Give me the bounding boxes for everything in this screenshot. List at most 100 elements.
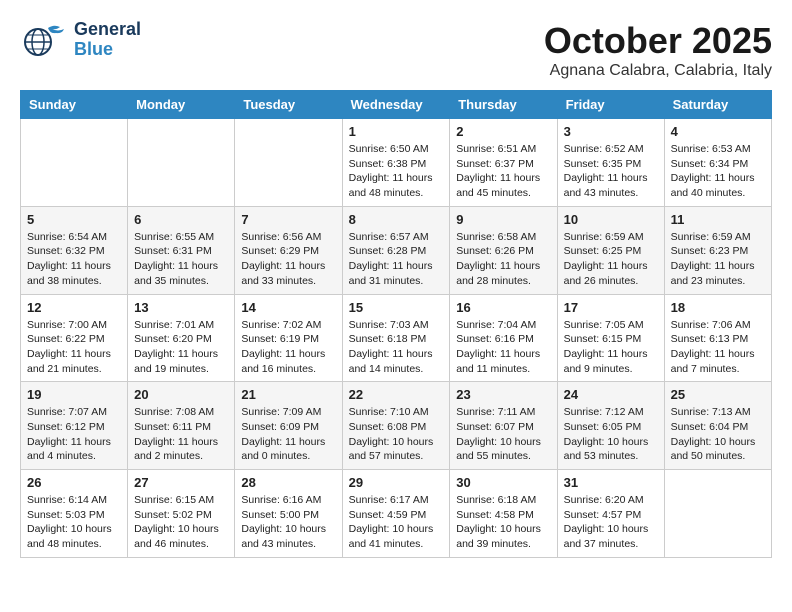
day-info: Sunrise: 6:17 AMSunset: 4:59 PMDaylight:… [349,493,444,552]
day-number: 30 [456,475,550,490]
calendar-cell: 8 Sunrise: 6:57 AMSunset: 6:28 PMDaylight… [342,206,450,294]
day-info: Sunrise: 6:57 AMSunset: 6:28 PMDaylight:… [349,230,444,289]
day-number: 27 [134,475,228,490]
col-wednesday: Wednesday [342,91,450,119]
day-info: Sunrise: 6:55 AMSunset: 6:31 PMDaylight:… [134,230,228,289]
day-info: Sunrise: 6:16 AMSunset: 5:00 PMDaylight:… [241,493,335,552]
day-number: 6 [134,212,228,227]
page-header: General Blue October 2025 Agnana Calabra… [20,20,772,80]
day-number: 25 [671,387,765,402]
calendar-cell: 1 Sunrise: 6:50 AMSunset: 6:38 PMDaylight… [342,119,450,207]
col-thursday: Thursday [450,91,557,119]
calendar-cell: 2 Sunrise: 6:51 AMSunset: 6:37 PMDaylight… [450,119,557,207]
day-number: 22 [349,387,444,402]
calendar-cell: 29 Sunrise: 6:17 AMSunset: 4:59 PMDayligh… [342,470,450,558]
col-friday: Friday [557,91,664,119]
location-title: Agnana Calabra, Calabria, Italy [544,62,772,80]
calendar-cell: 21Sunrise: 7:09 AMSunset: 6:09 PMDayligh… [235,382,342,470]
day-info: Sunrise: 6:56 AMSunset: 6:29 PMDaylight:… [241,230,335,289]
day-number: 16 [456,300,550,315]
col-saturday: Saturday [664,91,771,119]
calendar-cell: 31Sunrise: 6:20 AMSunset: 4:57 PMDayligh… [557,470,664,558]
day-info: Sunrise: 6:59 AMSunset: 6:25 PMDaylight:… [564,230,658,289]
day-info: Sunrise: 7:08 AMSunset: 6:11 PMDaylight:… [134,405,228,464]
calendar-cell: 20 Sunrise: 7:08 AMSunset: 6:11 PMDayligh… [128,382,235,470]
calendar-cell [21,119,128,207]
day-number: 18 [671,300,765,315]
calendar-week-row: 1 Sunrise: 6:50 AMSunset: 6:38 PMDaylight… [21,119,772,207]
calendar-week-row: 12 Sunrise: 7:00 AMSunset: 6:22 PMDayligh… [21,294,772,382]
day-info: Sunrise: 6:52 AMSunset: 6:35 PMDaylight:… [564,142,658,201]
day-info: Sunrise: 7:00 AMSunset: 6:22 PMDaylight:… [27,318,121,377]
day-info: Sunrise: 6:20 AMSunset: 4:57 PMDaylight:… [564,493,658,552]
day-number: 10 [564,212,658,227]
calendar-cell: 14 Sunrise: 7:02 AMSunset: 6:19 PMDayligh… [235,294,342,382]
calendar-cell: 22Sunrise: 7:10 AMSunset: 6:08 PMDayligh… [342,382,450,470]
day-info: Sunrise: 6:59 AMSunset: 6:23 PMDaylight:… [671,230,765,289]
day-info: Sunrise: 7:06 AMSunset: 6:13 PMDaylight:… [671,318,765,377]
day-number: 20 [134,387,228,402]
day-info: Sunrise: 7:05 AMSunset: 6:15 PMDaylight:… [564,318,658,377]
logo: General Blue [20,20,141,60]
day-info: Sunrise: 6:50 AMSunset: 6:38 PMDaylight:… [349,142,444,201]
day-info: Sunrise: 7:01 AMSunset: 6:20 PMDaylight:… [134,318,228,377]
day-info: Sunrise: 6:14 AMSunset: 5:03 PMDaylight:… [27,493,121,552]
calendar-cell: 11 Sunrise: 6:59 AMSunset: 6:23 PMDayligh… [664,206,771,294]
day-number: 13 [134,300,228,315]
day-number: 7 [241,212,335,227]
day-info: Sunrise: 7:03 AMSunset: 6:18 PMDaylight:… [349,318,444,377]
calendar-cell: 15 Sunrise: 7:03 AMSunset: 6:18 PMDayligh… [342,294,450,382]
calendar-week-row: 5Sunrise: 6:54 AMSunset: 6:32 PMDaylight… [21,206,772,294]
day-number: 5 [27,212,121,227]
day-number: 14 [241,300,335,315]
day-info: Sunrise: 7:04 AMSunset: 6:16 PMDaylight:… [456,318,550,377]
calendar-cell [235,119,342,207]
calendar-cell: 27Sunrise: 6:15 AMSunset: 5:02 PMDayligh… [128,470,235,558]
title-block: October 2025 Agnana Calabra, Calabria, I… [544,20,772,80]
day-info: Sunrise: 6:18 AMSunset: 4:58 PMDaylight:… [456,493,550,552]
day-number: 8 [349,212,444,227]
day-number: 1 [349,124,444,139]
calendar-cell: 4Sunrise: 6:53 AMSunset: 6:34 PMDaylight… [664,119,771,207]
calendar-cell: 24 Sunrise: 7:12 AMSunset: 6:05 PMDayligh… [557,382,664,470]
calendar-cell: 7 Sunrise: 6:56 AMSunset: 6:29 PMDaylight… [235,206,342,294]
calendar-table: Sunday Monday Tuesday Wednesday Thursday… [20,90,772,558]
day-number: 19 [27,387,121,402]
calendar-week-row: 26 Sunrise: 6:14 AMSunset: 5:03 PMDayligh… [21,470,772,558]
month-title: October 2025 [544,20,772,62]
calendar-cell: 13 Sunrise: 7:01 AMSunset: 6:20 PMDayligh… [128,294,235,382]
day-number: 11 [671,212,765,227]
calendar-cell: 12 Sunrise: 7:00 AMSunset: 6:22 PMDayligh… [21,294,128,382]
calendar-cell: 9 Sunrise: 6:58 AMSunset: 6:26 PMDaylight… [450,206,557,294]
day-number: 21 [241,387,335,402]
day-number: 24 [564,387,658,402]
calendar-cell: 23Sunrise: 7:11 AMSunset: 6:07 PMDayligh… [450,382,557,470]
logo-blue: Blue [74,40,141,60]
day-info: Sunrise: 7:02 AMSunset: 6:19 PMDaylight:… [241,318,335,377]
day-number: 23 [456,387,550,402]
calendar-cell: 3Sunrise: 6:52 AMSunset: 6:35 PMDaylight… [557,119,664,207]
col-monday: Monday [128,91,235,119]
calendar-cell: 30 Sunrise: 6:18 AMSunset: 4:58 PMDayligh… [450,470,557,558]
day-info: Sunrise: 6:51 AMSunset: 6:37 PMDaylight:… [456,142,550,201]
calendar-cell: 28 Sunrise: 6:16 AMSunset: 5:00 PMDayligh… [235,470,342,558]
col-tuesday: Tuesday [235,91,342,119]
calendar-cell: 6 Sunrise: 6:55 AMSunset: 6:31 PMDaylight… [128,206,235,294]
day-number: 26 [27,475,121,490]
calendar-week-row: 19Sunrise: 7:07 AMSunset: 6:12 PMDayligh… [21,382,772,470]
day-number: 12 [27,300,121,315]
calendar-cell: 16 Sunrise: 7:04 AMSunset: 6:16 PMDayligh… [450,294,557,382]
day-info: Sunrise: 7:12 AMSunset: 6:05 PMDaylight:… [564,405,658,464]
day-number: 15 [349,300,444,315]
col-sunday: Sunday [21,91,128,119]
day-info: Sunrise: 7:13 AMSunset: 6:04 PMDaylight:… [671,405,765,464]
day-info: Sunrise: 6:58 AMSunset: 6:26 PMDaylight:… [456,230,550,289]
calendar-header-row: Sunday Monday Tuesday Wednesday Thursday… [21,91,772,119]
day-number: 28 [241,475,335,490]
day-info: Sunrise: 6:53 AMSunset: 6:34 PMDaylight:… [671,142,765,201]
day-number: 2 [456,124,550,139]
calendar-cell [128,119,235,207]
day-number: 29 [349,475,444,490]
day-number: 9 [456,212,550,227]
day-number: 17 [564,300,658,315]
